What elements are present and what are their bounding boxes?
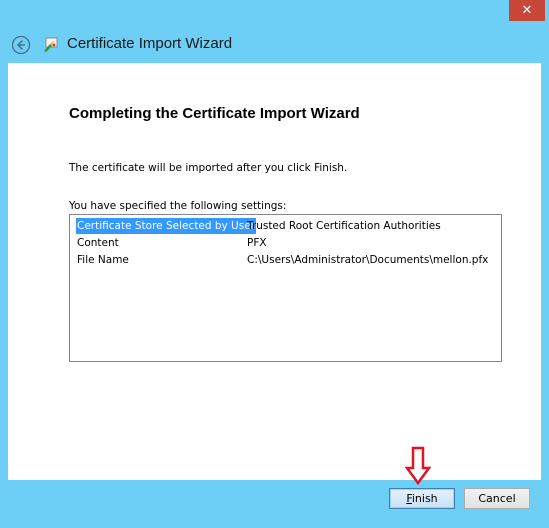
settings-key: File Name (77, 254, 129, 266)
cancel-button[interactable]: Cancel (464, 488, 530, 509)
close-icon: ✕ (521, 3, 533, 18)
page-heading: Completing the Certificate Import Wizard (69, 105, 360, 122)
wizard-content: Completing the Certificate Import Wizard… (8, 63, 541, 480)
settings-list[interactable]: Certificate Store Selected by User Trust… (69, 214, 502, 362)
back-arrow-icon[interactable] (11, 35, 31, 55)
down-arrow-annotation-icon (405, 446, 431, 486)
settings-key: Content (77, 237, 119, 249)
certificate-wizard-icon (44, 37, 58, 52)
close-button[interactable]: ✕ (509, 0, 545, 21)
settings-value: PFX (247, 237, 267, 249)
settings-label: You have specified the following setting… (69, 200, 287, 212)
settings-key: Certificate Store Selected by User (76, 218, 256, 234)
wizard-window: ✕ Certificate Import Wizard Completing t… (0, 0, 549, 528)
wizard-title: Certificate Import Wizard (67, 35, 233, 52)
description-text: The certificate will be imported after y… (69, 162, 348, 174)
settings-value: Trusted Root Certification Authorities (247, 220, 441, 232)
finish-button[interactable]: Finish (389, 488, 455, 509)
finish-label: inish (411, 492, 438, 505)
wizard-header: Certificate Import Wizard (0, 29, 549, 61)
settings-value: C:\Users\Administrator\Documents\mellon.… (247, 254, 489, 266)
